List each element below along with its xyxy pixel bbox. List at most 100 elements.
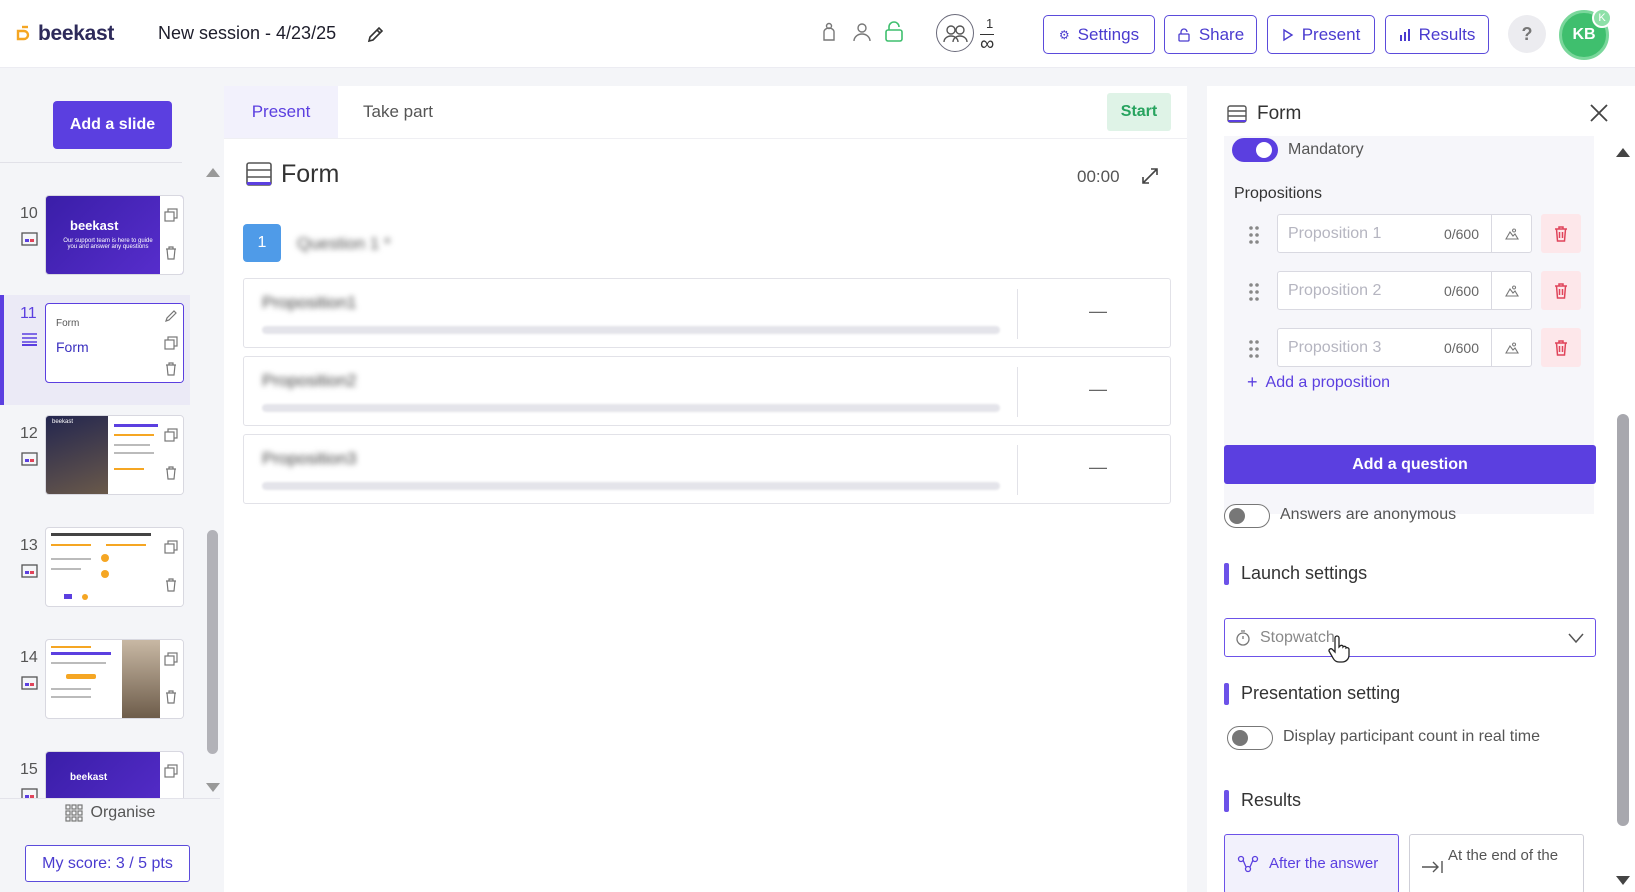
close-icon[interactable] [1587,101,1611,125]
proposition-input[interactable]: Proposition 1 0/600 [1277,214,1532,253]
slide-thumbnail[interactable]: beekast [45,751,184,799]
pencil-icon[interactable] [164,309,178,323]
pencil-icon[interactable] [366,24,386,44]
settings-button[interactable]: ⚙ Settings [1043,15,1155,54]
sidebar-divider [0,162,182,163]
delete-proposition-button[interactable] [1541,214,1581,253]
participant-count-toggle[interactable] [1227,726,1273,750]
panel-scrollbar[interactable] [1617,414,1629,826]
add-slide-button[interactable]: Add a slide [53,101,172,149]
trash-icon[interactable] [164,690,178,704]
thumb-line [51,652,111,655]
present-label: Present [1301,24,1361,44]
thumb-actions [160,196,183,274]
drag-handle-icon[interactable] [1247,338,1261,360]
slide-item-13[interactable]: 13 [0,527,190,635]
panel-scroll-down[interactable] [1616,876,1630,885]
help-button[interactable]: ? [1508,15,1546,53]
add-image-button[interactable] [1491,329,1531,366]
participants-counter[interactable]: 1 ∞ [936,14,1004,54]
participants-count: 1 [986,16,994,31]
expand-icon[interactable] [1140,166,1160,186]
add-proposition-button[interactable]: + Add a proposition [1247,372,1390,393]
lock-open-icon[interactable] [883,21,905,43]
slide-item-11[interactable]: 11 Form Form [0,295,190,405]
my-score-button[interactable]: My score: 3 / 5 pts [25,845,190,882]
duplicate-icon[interactable] [164,208,178,222]
start-button[interactable]: Start [1107,93,1171,131]
duplicate-icon[interactable] [164,540,178,554]
drag-handle-icon[interactable] [1247,281,1261,303]
sidebar-scroll-up[interactable] [206,168,220,177]
add-image-button[interactable] [1491,215,1531,252]
proposition-input[interactable]: Proposition 3 0/600 [1277,328,1532,367]
thumb-line [114,468,144,470]
share-button[interactable]: Share [1164,15,1257,54]
delete-proposition-button[interactable] [1541,271,1581,310]
thumb-photo [46,416,108,494]
add-proposition-label: Add a proposition [1265,373,1391,391]
slide-thumbnail[interactable] [45,527,184,607]
slide-number: 12 [20,425,38,442]
trash-icon[interactable] [164,466,178,480]
thumb-button [66,674,96,679]
proposition-placeholder: Proposition 1 [1288,225,1382,242]
slide-thumbnail[interactable] [45,639,184,719]
duplicate-icon[interactable] [164,428,178,442]
user-icon[interactable] [851,21,873,43]
brand-name: beekast [38,22,115,45]
grid-icon [64,803,83,822]
image-slide-icon [21,676,38,690]
sidebar-scrollbar[interactable] [207,530,218,754]
proposition-text: Proposition3 [262,449,357,468]
add-image-button[interactable] [1491,272,1531,309]
trash-icon[interactable] [164,578,178,592]
slide-thumbnail[interactable]: beekast [45,415,184,495]
thumb-line [51,662,106,664]
add-question-button[interactable]: Add a question [1224,445,1596,484]
tab-take-part[interactable]: Take part [338,86,458,138]
proposition-input[interactable]: Proposition 2 0/600 [1277,271,1532,310]
thumb-dot [101,554,109,562]
tab-present[interactable]: Present [224,86,338,138]
duplicate-icon[interactable] [164,652,178,666]
slide-item-15[interactable]: 15 beekast [0,751,190,799]
duplicate-icon[interactable] [164,336,178,350]
present-button[interactable]: Present [1267,15,1375,54]
anonymous-toggle[interactable] [1224,504,1270,528]
delete-proposition-button[interactable] [1541,328,1581,367]
slide-thumbnail[interactable]: beekast Our support team is here to guid… [45,195,184,275]
timer: 00:00 [1077,167,1120,186]
proposition-progress-bar [262,326,1000,334]
results-end-of-option[interactable]: At the end of the [1409,834,1584,892]
results-button[interactable]: Results [1385,15,1489,54]
mandatory-toggle[interactable] [1232,138,1278,162]
organise-button[interactable]: Organise [0,798,220,826]
slide-item-14[interactable]: 14 [0,639,190,747]
image-slide-icon [21,232,38,246]
results-after-answer-option[interactable]: After the answer [1224,834,1399,892]
slide-item-12[interactable]: 12 beekast [0,415,190,523]
thumb-brand: beekast [70,218,119,233]
beekast-logo-icon [16,25,30,41]
thumb-line [114,424,158,427]
results-heading: Results [1224,790,1301,812]
trash-icon[interactable] [164,246,178,260]
slide-thumbnail[interactable]: Form Form [45,303,184,383]
thumb-line [106,544,146,546]
duplicate-icon[interactable] [164,764,178,778]
sidebar-scroll-down[interactable] [206,783,220,792]
panel-scroll-up[interactable] [1616,148,1630,157]
stopwatch-select[interactable]: Stopwatch [1224,618,1596,657]
session-title[interactable]: New session - 4/23/25 [158,23,336,44]
trash-icon[interactable] [164,362,178,376]
mandatory-label: Mandatory [1288,141,1364,158]
proposition-result-card: Proposition2 — [243,356,1171,426]
proposition-result-card: Proposition3 — [243,434,1171,504]
proposition-progress-bar [262,404,1000,412]
drag-handle-icon[interactable] [1247,224,1261,246]
brand-logo[interactable]: beekast [16,22,114,46]
slide-item-10[interactable]: 10 beekast Our support team is here to g… [0,195,190,303]
person-raise-hand-icon[interactable] [818,21,840,43]
form-icon [246,162,272,186]
